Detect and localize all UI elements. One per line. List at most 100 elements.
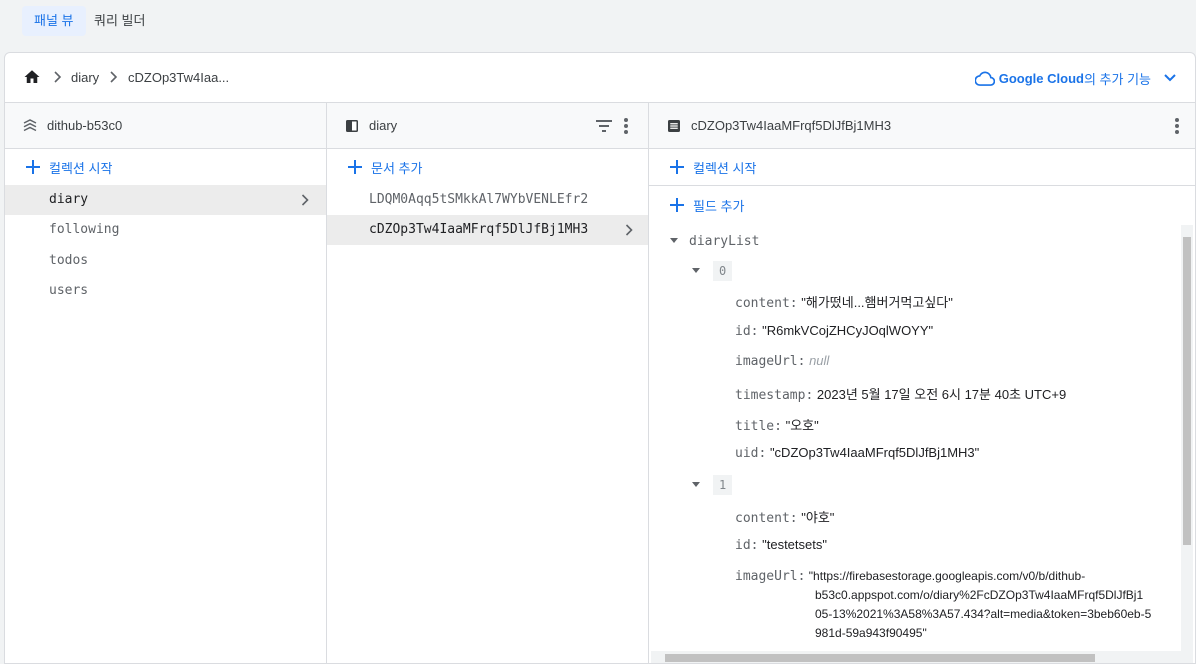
field-row-diarylist[interactable]: diaryList — [669, 233, 759, 249]
home-icon[interactable] — [23, 68, 41, 86]
field-row[interactable]: uid: "cDZOp3Tw4IaaMFrqf5DlJfBj1MH3" — [735, 445, 979, 461]
field-value: "testetsets" — [762, 537, 827, 552]
chevron-right-icon — [625, 224, 633, 236]
field-value-cont: b53c0.appspot.com/o/diary%2FcDZOp3Tw4Iaa… — [815, 588, 1144, 602]
field-row-imageurl[interactable]: imageUrl: "https://firebasestorage.googl… — [735, 567, 1151, 643]
chevron-down-icon — [1164, 74, 1176, 82]
field-value: null — [809, 353, 830, 368]
field-key: imageUrl: — [735, 569, 806, 584]
collection-item-users[interactable]: users — [5, 276, 326, 306]
field-key: title: — [735, 419, 782, 434]
root-header: dithub-b53c0 — [5, 103, 326, 149]
more-vert-icon[interactable] — [1174, 117, 1180, 135]
collection-label: users — [49, 283, 89, 298]
field-value: "https://firebasestorage.googleapis.com/… — [808, 569, 1086, 583]
collection-column: diary 문서 추가 LDQM0Aqq5tSMkkAl7WYbVENLEfr2… — [327, 103, 649, 663]
field-value: "해가떴네...햄버거먹고싶다" — [801, 295, 953, 310]
google-cloud-more-button[interactable]: Google Cloud 의 추가 기능 — [974, 68, 1177, 88]
add-field-label: 필드 추가 — [693, 198, 745, 214]
collection-title: diary — [369, 118, 398, 133]
google-cloud-suffix: 의 추가 기능 — [1083, 71, 1151, 87]
tab-panel-view[interactable]: 패널 뷰 — [22, 6, 86, 36]
collection-label: diary — [49, 192, 89, 207]
field-row[interactable]: timestamp: 2023년 5월 17일 오전 6시 17분 40초 UT… — [735, 384, 1066, 403]
collection-icon — [346, 120, 358, 132]
collection-header: diary — [327, 103, 648, 149]
field-row[interactable]: content: "해가떴네...햄버거먹고싶다" — [735, 292, 953, 311]
start-subcollection-label: 컬렉션 시작 — [693, 160, 757, 176]
scrollbar-thumb[interactable] — [665, 654, 1095, 662]
array-index-row[interactable]: 1 — [691, 475, 733, 495]
start-subcollection-button[interactable]: 컬렉션 시작 — [649, 150, 1195, 184]
field-value: "cDZOp3Tw4IaaMFrqf5DlJfBj1MH3" — [769, 445, 980, 460]
field-key: content: — [735, 511, 798, 526]
scrollbar-thumb[interactable] — [1183, 237, 1191, 545]
chevron-right-icon — [110, 71, 118, 83]
breadcrumb-document[interactable]: cDZOp3Tw4Iaa... — [128, 70, 229, 85]
field-key: id: — [735, 538, 759, 553]
google-cloud-label: Google Cloud — [998, 70, 1084, 86]
field-key: uid: — [735, 446, 767, 461]
field-key: diaryList — [689, 234, 760, 249]
field-row[interactable]: content: "야호" — [735, 507, 834, 526]
start-collection-label: 컬렉션 시작 — [49, 160, 113, 176]
tab-query-builder[interactable]: 쿼리 빌더 — [82, 6, 157, 36]
plus-icon — [670, 160, 684, 174]
document-column: cDZOp3Tw4IaaMFrqf5DlJfBj1MH3 컬렉션 시작 필드 추… — [649, 103, 1195, 663]
document-id: cDZOp3Tw4IaaMFrqf5DlJfBj1MH3 — [369, 222, 589, 237]
plus-icon — [26, 160, 40, 174]
document-id: LDQM0Aqq5tSMkkAl7WYbVENLEfr2 — [369, 192, 589, 207]
collection-item-todos[interactable]: todos — [5, 246, 326, 276]
collection-label: todos — [49, 253, 89, 268]
array-index: 0 — [713, 261, 733, 281]
firestore-panel: diary cDZOp3Tw4Iaa... Google Cloud 의 추가 … — [4, 52, 1196, 664]
field-key: timestamp: — [735, 388, 814, 403]
more-vert-icon[interactable] — [623, 117, 629, 135]
field-row[interactable]: title: "오호" — [735, 415, 819, 434]
database-icon — [23, 119, 37, 132]
document-title: cDZOp3Tw4IaaMFrqf5DlJfBj1MH3 — [691, 118, 892, 133]
array-index: 1 — [713, 475, 733, 495]
field-value: "R6mkVCojZHCyJOqlWOYY" — [762, 323, 934, 338]
view-tabs: 패널 뷰 쿼리 빌더 — [0, 0, 1196, 44]
field-value: 2023년 5월 17일 오전 6시 17분 40초 UTC+9 — [816, 387, 1067, 402]
vertical-scrollbar[interactable] — [1181, 225, 1193, 663]
field-value-cont: 981d-59a943f90495" — [815, 626, 927, 640]
field-key: imageUrl: — [735, 354, 806, 369]
start-collection-button[interactable]: 컬렉션 시작 — [5, 150, 326, 184]
field-value: "오호" — [785, 418, 819, 433]
field-key: content: — [735, 296, 798, 311]
document-item[interactable]: LDQM0Aqq5tSMkkAl7WYbVENLEfr2 — [327, 185, 648, 215]
chevron-right-icon — [301, 194, 309, 206]
field-row[interactable]: imageUrl: null — [735, 353, 829, 369]
breadcrumb-diary[interactable]: diary — [71, 70, 99, 85]
collection-item-diary[interactable]: diary — [5, 185, 326, 215]
collapse-triangle-icon[interactable] — [691, 267, 701, 275]
document-header: cDZOp3Tw4IaaMFrqf5DlJfBj1MH3 — [649, 103, 1195, 149]
collapse-triangle-icon[interactable] — [691, 481, 701, 489]
divider — [649, 185, 1195, 186]
field-key: id: — [735, 324, 759, 339]
add-field-button[interactable]: 필드 추가 — [649, 188, 1195, 222]
plus-icon — [670, 198, 684, 212]
root-column: dithub-b53c0 컬렉션 시작 diary following todo… — [5, 103, 327, 663]
add-document-button[interactable]: 문서 추가 — [327, 150, 648, 184]
array-index-row[interactable]: 0 — [691, 261, 733, 281]
cloud-icon — [974, 71, 995, 86]
filter-icon[interactable] — [595, 118, 613, 134]
add-document-label: 문서 추가 — [371, 160, 423, 176]
field-value: "야호" — [801, 510, 835, 525]
collapse-triangle-icon[interactable] — [669, 237, 679, 245]
field-row[interactable]: id: "testetsets" — [735, 537, 827, 553]
field-value-cont: 05-13%2021%3A58%3A57.434?alt=media&token… — [815, 607, 1152, 621]
chevron-right-icon — [54, 71, 62, 83]
document-icon — [668, 120, 680, 132]
collection-label: following — [49, 222, 120, 237]
horizontal-scrollbar[interactable] — [651, 651, 1185, 663]
plus-icon — [348, 160, 362, 174]
root-title: dithub-b53c0 — [47, 118, 123, 133]
field-row[interactable]: id: "R6mkVCojZHCyJOqlWOYY" — [735, 323, 933, 339]
document-item-selected[interactable]: cDZOp3Tw4IaaMFrqf5DlJfBj1MH3 — [327, 215, 648, 245]
breadcrumb: diary cDZOp3Tw4Iaa... Google Cloud 의 추가 … — [5, 53, 1195, 103]
collection-item-following[interactable]: following — [5, 215, 326, 245]
